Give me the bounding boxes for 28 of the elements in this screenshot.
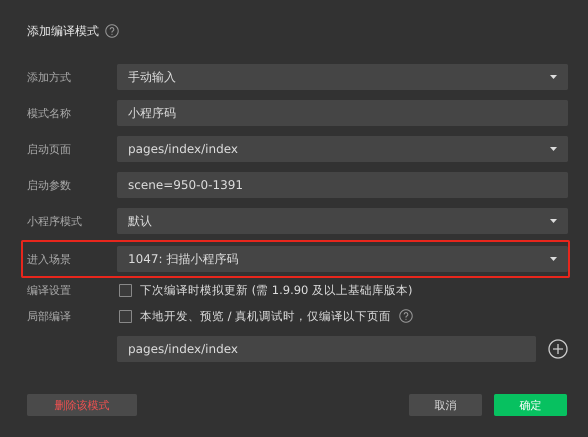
field-label: 局部编译	[27, 310, 71, 322]
input-field[interactable]: 小程序码	[117, 100, 568, 126]
checkbox[interactable]	[119, 284, 132, 296]
field-label: 编译设置	[27, 284, 71, 296]
field-label: 进入场景	[27, 252, 71, 266]
checkbox-label: 本地开发、预览 / 真机调试时，仅编译以下页面	[140, 308, 392, 324]
caret-icon	[550, 257, 557, 261]
help-icon[interactable]	[105, 24, 119, 38]
field-label: 小程序模式	[27, 214, 82, 228]
input-field[interactable]: scene=950-0-1391	[117, 172, 568, 198]
field-label: 启动页面	[27, 142, 71, 156]
dropdown[interactable]: 手动输入	[117, 64, 568, 90]
caret-icon	[550, 147, 557, 151]
help-icon[interactable]	[399, 309, 414, 323]
checkbox-label: 下次编译时模拟更新 (需 1.9.90 及以上基础库版本)	[140, 282, 413, 298]
field-label: 启动参数	[27, 178, 71, 192]
add-icon[interactable]	[548, 339, 568, 359]
checkbox[interactable]	[119, 310, 132, 322]
field-label: 添加方式	[27, 70, 71, 84]
input-field[interactable]: pages/index/index	[117, 336, 536, 362]
cancel-button[interactable]: 取消	[409, 394, 482, 416]
dropdown[interactable]: 默认	[117, 208, 568, 234]
dropdown[interactable]: 1047: 扫描小程序码	[117, 246, 568, 272]
dialog-title: 添加编译模式	[27, 22, 99, 40]
caret-icon	[550, 75, 557, 79]
caret-icon	[550, 219, 557, 223]
dropdown[interactable]: pages/index/index	[117, 136, 568, 162]
field-label: 模式名称	[27, 106, 71, 120]
